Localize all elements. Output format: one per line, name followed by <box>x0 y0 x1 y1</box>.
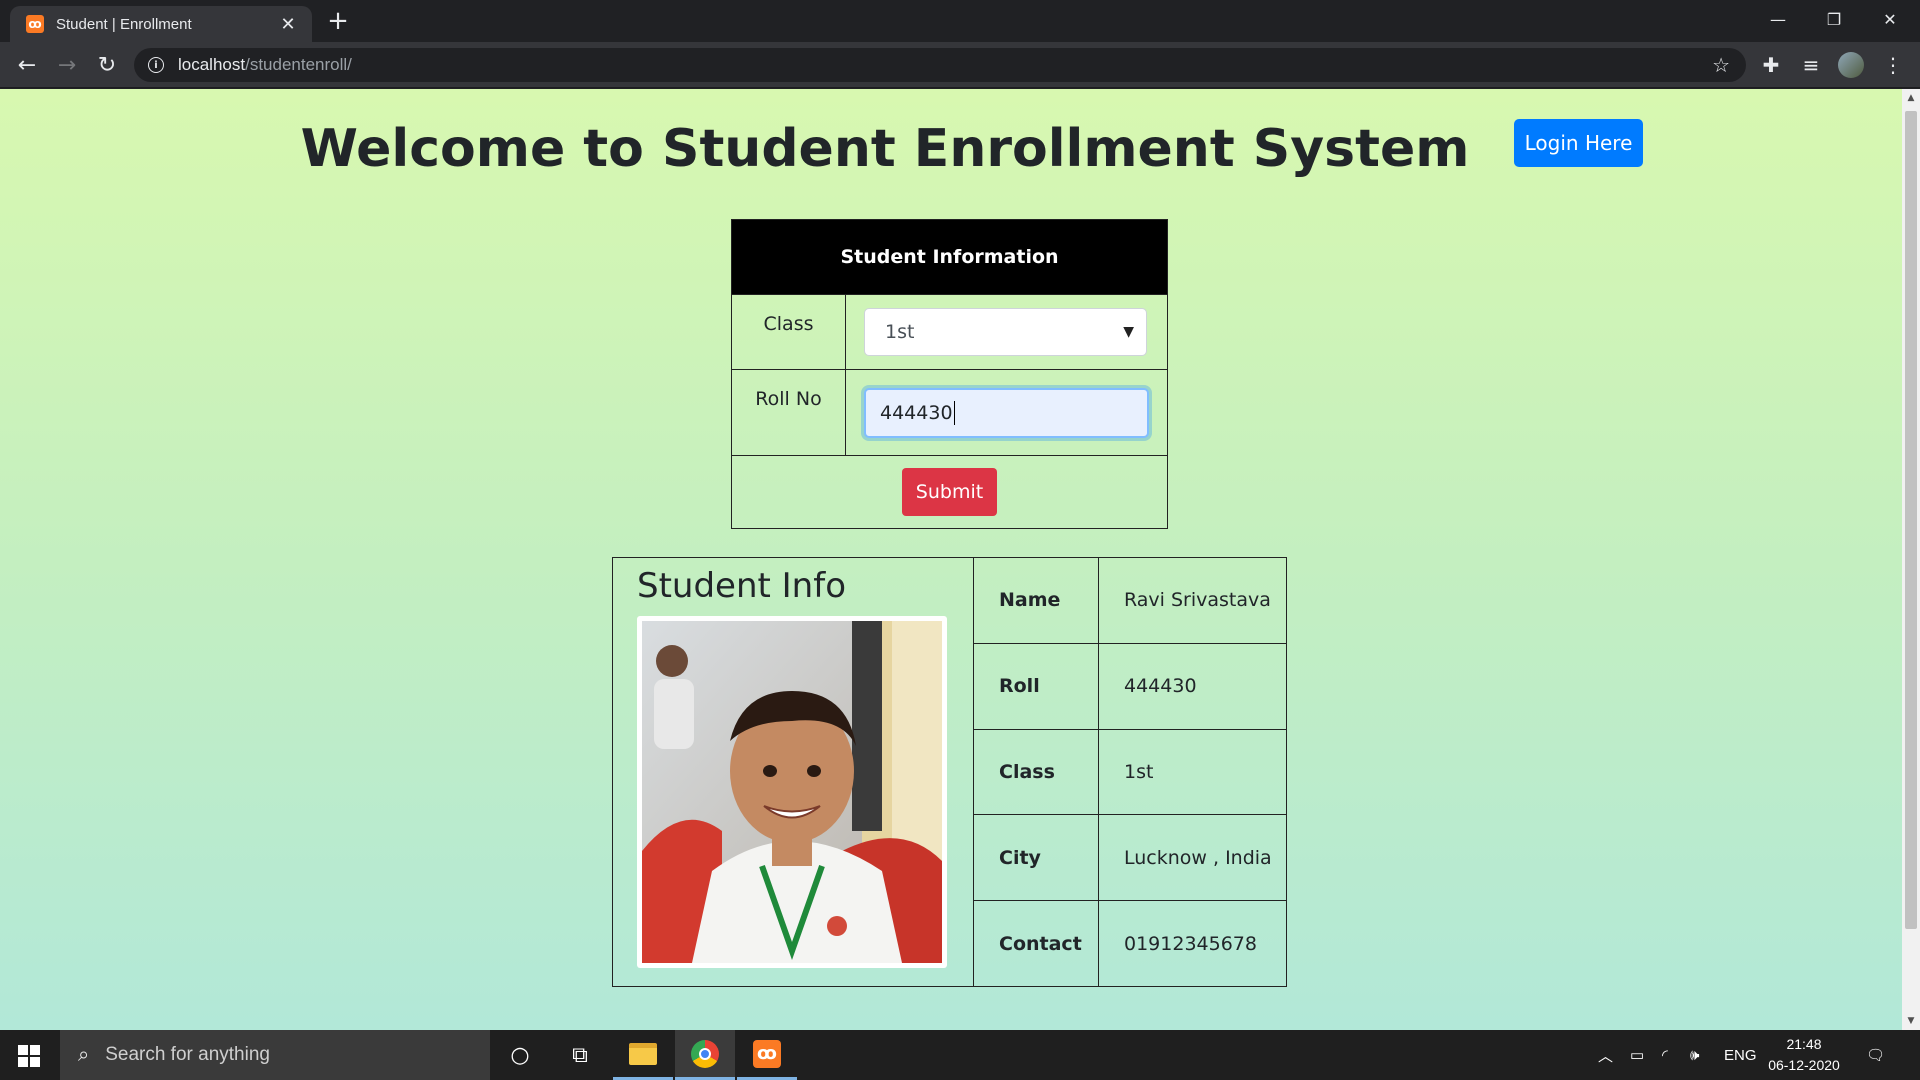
student-info-title: Student Info <box>637 566 846 606</box>
browser-menu-icon[interactable]: ⋮ <box>1880 52 1906 78</box>
browser-tab[interactable]: ꝏ Student | Enrollment ✕ <box>10 6 312 42</box>
profile-avatar[interactable] <box>1838 52 1864 78</box>
taskbar-search-placeholder: Search for anything <box>105 1044 270 1065</box>
cortana-icon[interactable]: ○ <box>490 1030 550 1080</box>
url-host: localhost <box>178 55 246 74</box>
reload-button[interactable]: ↻ <box>92 50 122 80</box>
roll-no-label: Roll No <box>731 369 846 456</box>
chrome-taskbar-icon[interactable] <box>675 1030 735 1080</box>
back-button[interactable]: ← <box>12 50 42 80</box>
windows-taskbar: ⌕ Search for anything ○ ⧉ ꝏ ︿ ▭ ◜ 🕪 ENG … <box>0 1030 1920 1080</box>
file-explorer-icon[interactable] <box>613 1030 673 1080</box>
battery-icon[interactable]: ▭ <box>1630 1030 1644 1080</box>
media-queue-icon[interactable]: ≡ <box>1798 52 1824 78</box>
search-icon: ⌕ <box>78 1043 90 1066</box>
taskbar-clock[interactable]: 21:48 06-12-2020 <box>1764 1034 1844 1076</box>
info-value-name: Ravi Srivastava <box>1098 557 1287 644</box>
roll-no-input-value: 444430 <box>880 401 953 424</box>
browser-toolbar: ← → ↻ i localhost/studentenroll/ ☆ ✚ ≡ ⋮ <box>0 42 1920 88</box>
scrollbar-thumb[interactable] <box>1905 111 1917 929</box>
info-key-name: Name <box>973 557 1099 644</box>
text-caret <box>953 400 956 425</box>
info-value-contact: 01912345678 <box>1098 900 1287 987</box>
student-photo <box>637 616 947 968</box>
address-bar[interactable]: i localhost/studentenroll/ ☆ <box>134 48 1746 82</box>
windows-start-icon[interactable] <box>18 1045 40 1067</box>
student-info-table: Student Info Name Ravi Srivastava Roll 4… <box>612 557 1287 987</box>
taskbar-search-box[interactable]: ⌕ Search for anything <box>60 1030 490 1080</box>
roll-no-input[interactable]: 444430 <box>864 387 1149 438</box>
wifi-icon[interactable]: ◜ <box>1662 1030 1668 1080</box>
info-key-contact: Contact <box>973 900 1099 987</box>
bookmark-star-icon[interactable]: ☆ <box>1712 53 1730 77</box>
form-title: Student Information <box>731 219 1168 295</box>
url-path: /studentenroll/ <box>245 55 352 74</box>
minimize-window-button[interactable]: — <box>1750 0 1806 38</box>
forward-button[interactable]: → <box>52 50 82 80</box>
class-select[interactable]: 1st ▼ <box>864 308 1147 356</box>
restore-window-button[interactable]: ❐ <box>1806 0 1862 38</box>
page-viewport: Welcome to Student Enrollment System Log… <box>0 89 1920 1030</box>
info-key-roll: Roll <box>973 642 1099 730</box>
student-photo-image <box>642 621 942 963</box>
class-select-value: 1st <box>885 321 915 343</box>
task-view-icon[interactable]: ⧉ <box>550 1030 610 1080</box>
info-key-city: City <box>973 814 1099 902</box>
clock-date: 06-12-2020 <box>1768 1057 1840 1073</box>
chevron-down-icon: ▼ <box>1123 324 1134 340</box>
submit-button[interactable]: Submit <box>902 468 997 516</box>
info-value-roll: 444430 <box>1098 642 1287 730</box>
extensions-puzzle-icon[interactable]: ✚ <box>1758 52 1784 78</box>
info-value-class: 1st <box>1098 728 1287 816</box>
student-information-form: Student Information Class 1st ▼ Roll No … <box>731 219 1168 529</box>
xampp-icon: ꝏ <box>26 15 44 33</box>
new-tab-button[interactable]: + <box>324 6 352 36</box>
notifications-icon[interactable]: 🗨 <box>1866 1030 1885 1080</box>
info-value-city: Lucknow , India <box>1098 814 1287 902</box>
browser-tab-bar: ꝏ Student | Enrollment ✕ + — ❐ ✕ <box>0 0 1920 42</box>
close-window-button[interactable]: ✕ <box>1862 0 1918 38</box>
class-label: Class <box>731 294 846 370</box>
page-scrollbar[interactable]: ▲ ▼ <box>1902 89 1920 1030</box>
language-indicator[interactable]: ENG <box>1724 1030 1757 1080</box>
clock-time: 21:48 <box>1786 1036 1822 1052</box>
close-tab-icon[interactable]: ✕ <box>278 14 298 35</box>
info-key-class: Class <box>973 728 1099 816</box>
page-title: Welcome to Student Enrollment System <box>300 119 1470 179</box>
student-photo-cell: Student Info <box>612 557 974 987</box>
scroll-up-icon[interactable]: ▲ <box>1902 89 1920 107</box>
site-info-icon[interactable]: i <box>148 57 164 73</box>
scroll-down-icon[interactable]: ▼ <box>1902 1012 1920 1030</box>
login-button[interactable]: Login Here <box>1514 119 1643 167</box>
tray-chevron-up-icon[interactable]: ︿ <box>1598 1030 1613 1080</box>
volume-icon[interactable]: 🕪 <box>1690 1030 1699 1080</box>
tab-title: Student | Enrollment <box>56 15 192 33</box>
xampp-taskbar-icon[interactable]: ꝏ <box>737 1030 797 1080</box>
